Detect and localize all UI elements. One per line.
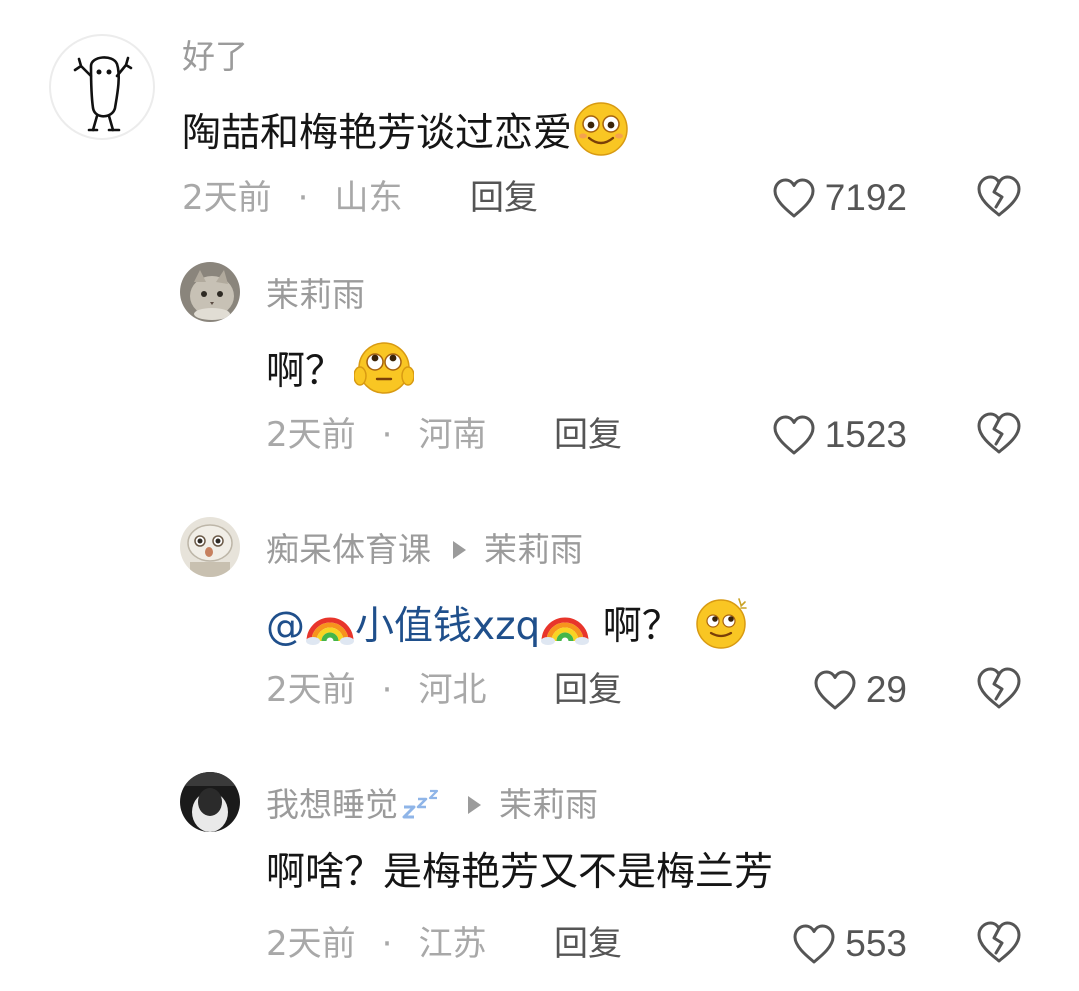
avatar[interactable] (180, 517, 240, 577)
comment-text-body: 啊？ (266, 349, 345, 394)
reply-arrow-icon (453, 541, 466, 559)
comment-text: 啊？ (266, 338, 415, 409)
like-button[interactable]: 1523 (771, 410, 907, 460)
reply-button[interactable]: 回复 (554, 415, 622, 455)
smile-emoji (572, 100, 630, 171)
broken-heart-icon (977, 175, 1021, 217)
comment-author[interactable]: 茉莉雨 (266, 275, 365, 315)
like-button[interactable]: 553 (791, 919, 907, 969)
heart-outline-icon (793, 924, 835, 964)
heart-outline-icon (773, 178, 815, 218)
photo-avatar-icon (180, 772, 240, 832)
comment-text: 啊啥？是梅艳芳又不是梅兰芳 (266, 848, 773, 898)
like-button[interactable]: 29 (812, 665, 907, 715)
doodle-avatar-icon (73, 56, 133, 132)
meta-separator: · (381, 670, 393, 710)
comment-author-line: 痴呆体育课 茉莉雨 (266, 530, 583, 570)
broken-heart-icon (977, 412, 1021, 454)
reply-arrow-icon (468, 796, 481, 814)
like-count: 7192 (824, 177, 907, 218)
avatar[interactable] (180, 772, 240, 832)
reply-to-author[interactable]: 茉莉雨 (484, 530, 583, 569)
comment-author-line: 我想睡觉 茉莉雨 (266, 785, 598, 828)
like-count: 1523 (824, 414, 907, 455)
reply-button[interactable]: 回复 (554, 924, 622, 964)
comment-time: 2天前 (182, 178, 272, 218)
avatar[interactable] (49, 34, 155, 140)
comment-author[interactable]: 好了 (182, 37, 248, 77)
rolling-eyes-emoji (353, 338, 415, 409)
dislike-button[interactable] (975, 410, 1023, 460)
comment-meta: 2天前 · 山东 (182, 178, 402, 218)
comment-text-body: 陶喆和梅艳芳谈过恋爱 (182, 111, 573, 156)
comment-time: 2天前 (266, 415, 356, 455)
comment-time: 2天前 (266, 924, 356, 964)
dislike-button[interactable] (975, 665, 1023, 715)
comment-location: 河北 (418, 670, 487, 710)
rainbow-emoji (305, 599, 355, 658)
broken-heart-icon (977, 921, 1021, 963)
mention-link[interactable]: @ 小值钱xzq (266, 604, 590, 649)
meta-separator: · (297, 178, 309, 218)
comment-author[interactable]: 我想睡觉 (266, 785, 398, 824)
smug-emoji (693, 593, 751, 664)
comment-meta: 2天前 · 河南 (266, 415, 486, 455)
reply-to-author[interactable]: 茉莉雨 (499, 785, 598, 824)
heart-outline-icon (773, 415, 815, 455)
mention-name: 小值钱xzq (355, 604, 541, 649)
comment-text: 陶喆和梅艳芳谈过恋爱 (182, 100, 630, 171)
meta-separator: · (381, 415, 393, 455)
comment-text-body: 啊啥？是梅艳芳又不是梅兰芳 (266, 850, 774, 895)
like-button[interactable]: 7192 (771, 173, 907, 223)
broken-heart-icon (977, 667, 1021, 709)
reply-button[interactable]: 回复 (554, 670, 622, 710)
cartoon-avatar-icon (180, 517, 240, 577)
meta-separator: · (381, 924, 393, 964)
comment-meta: 2天前 · 河北 (266, 670, 486, 710)
zzz-emoji (402, 785, 446, 828)
avatar[interactable] (180, 262, 240, 322)
comment-location: 江苏 (418, 924, 487, 964)
like-count: 553 (845, 923, 907, 964)
comment-text-body: 啊？ (590, 604, 681, 649)
comment-text: @ 小值钱xzq 啊？ (266, 593, 751, 664)
comment-location: 山东 (334, 178, 403, 218)
comment-time: 2天前 (266, 670, 356, 710)
mention-prefix: @ (266, 604, 305, 649)
like-count: 29 (865, 669, 907, 710)
cat-avatar-icon (180, 262, 240, 322)
comment-author[interactable]: 痴呆体育课 (266, 530, 431, 569)
rainbow-emoji (540, 599, 590, 658)
heart-outline-icon (814, 670, 856, 710)
comment-meta: 2天前 · 江苏 (266, 924, 486, 964)
reply-button[interactable]: 回复 (470, 178, 538, 218)
dislike-button[interactable] (975, 173, 1023, 223)
dislike-button[interactable] (975, 919, 1023, 969)
comment-location: 河南 (418, 415, 487, 455)
